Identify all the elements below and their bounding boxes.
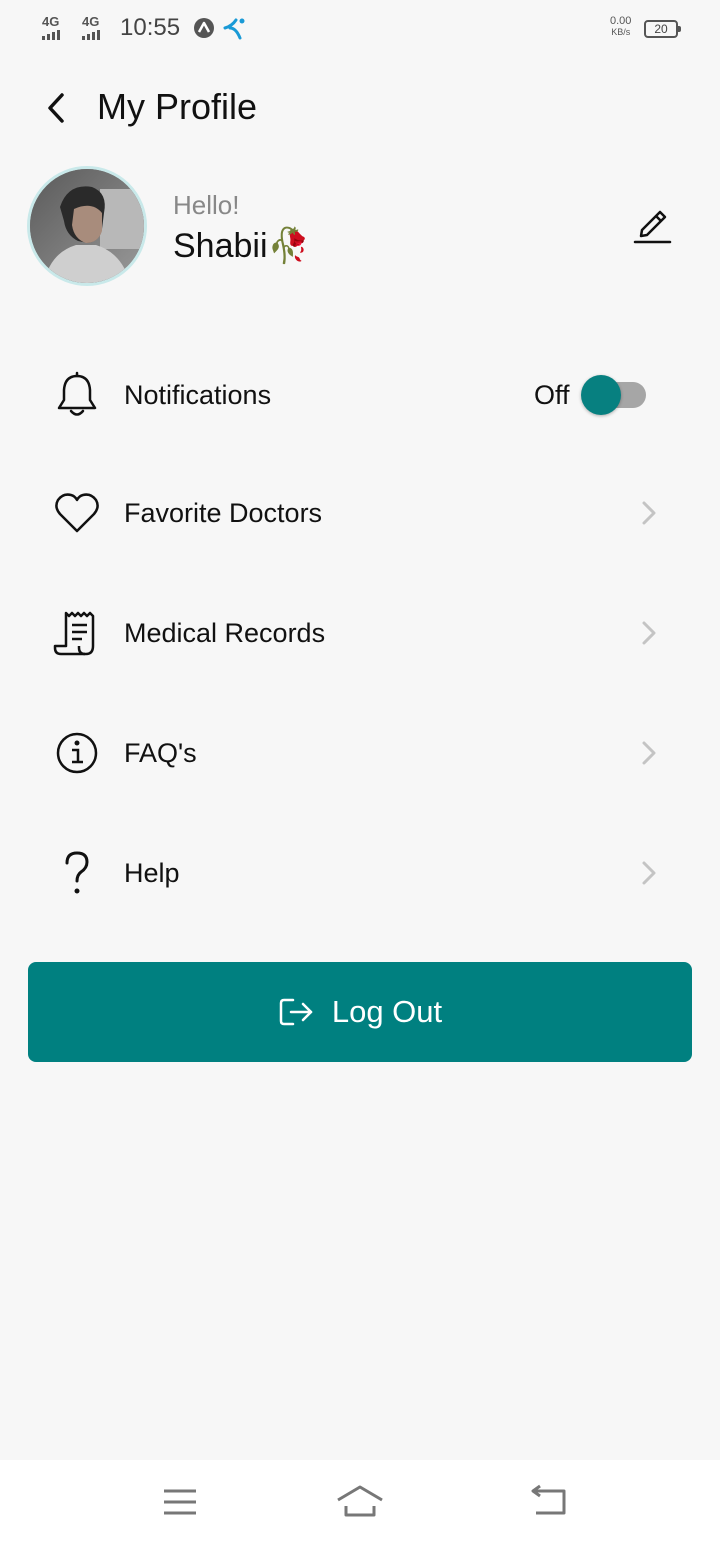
page-title: My Profile	[97, 86, 258, 127]
network-type-2: 4G	[82, 14, 100, 29]
menu-item-help[interactable]: Help	[0, 828, 720, 918]
status-time: 10:55	[120, 14, 181, 41]
bell-icon	[52, 370, 102, 420]
notifications-toggle-state: Off	[534, 380, 570, 410]
status-bar: 4G 4G 10:55 0.00 KB/s 20	[0, 0, 720, 56]
battery-icon: 20	[644, 20, 681, 38]
back-icon[interactable]	[524, 1482, 574, 1522]
info-icon	[52, 728, 102, 778]
menu-item-label: Medical Records	[124, 618, 326, 648]
menu-item-notifications: Notifications Off	[0, 350, 720, 440]
chevron-right-icon	[642, 741, 656, 765]
network-speed: 0.00 KB/s	[610, 16, 631, 38]
chevron-left-icon	[48, 93, 64, 123]
edit-profile-button[interactable]	[630, 204, 674, 248]
home-icon[interactable]	[335, 1482, 385, 1522]
network-speed-unit: KB/s	[611, 27, 631, 37]
chevron-right-icon	[642, 861, 656, 885]
network-indicator-2: 4G	[82, 14, 100, 40]
heart-icon	[52, 488, 102, 538]
question-icon	[52, 848, 102, 898]
menu-item-label: Favorite Doctors	[124, 498, 323, 528]
profile-photo	[30, 169, 144, 283]
logout-button[interactable]: Log Out	[28, 962, 692, 1062]
menu-item-medical-records[interactable]: Medical Records	[0, 588, 720, 678]
system-nav-bar	[0, 1460, 720, 1544]
chevron-right-icon	[642, 621, 656, 645]
back-button[interactable]	[36, 86, 76, 130]
greeting-text: Hello!	[173, 190, 240, 220]
carrier-icon	[223, 18, 245, 40]
network-type-1: 4G	[42, 14, 60, 29]
chevron-right-icon	[642, 501, 656, 525]
menu-item-faqs[interactable]: FAQ's	[0, 708, 720, 798]
menu-item-label: Help	[124, 858, 180, 888]
toggle-knob	[581, 375, 621, 415]
menu-item-label: FAQ's	[124, 738, 197, 768]
app-notification-icon	[194, 18, 214, 38]
receipt-icon	[52, 608, 102, 658]
signal-bars-icon	[82, 30, 100, 40]
pencil-icon	[633, 210, 672, 244]
notifications-toggle[interactable]	[580, 374, 648, 415]
logout-icon	[279, 998, 313, 1026]
avatar[interactable]	[27, 166, 147, 286]
menu-item-label: Notifications	[124, 380, 272, 410]
logout-label: Log Out	[331, 994, 443, 1029]
menu-icon[interactable]	[155, 1482, 205, 1522]
username: Shabii🥀	[173, 227, 310, 265]
network-speed-value: 0.00	[610, 15, 632, 27]
menu-item-favorite-doctors[interactable]: Favorite Doctors	[0, 468, 720, 558]
profile-screen: 4G 4G 10:55 0.00 KB/s 20 My Profile Hell…	[0, 0, 720, 1544]
signal-bars-icon	[42, 30, 60, 40]
network-indicator-1: 4G	[42, 14, 60, 40]
